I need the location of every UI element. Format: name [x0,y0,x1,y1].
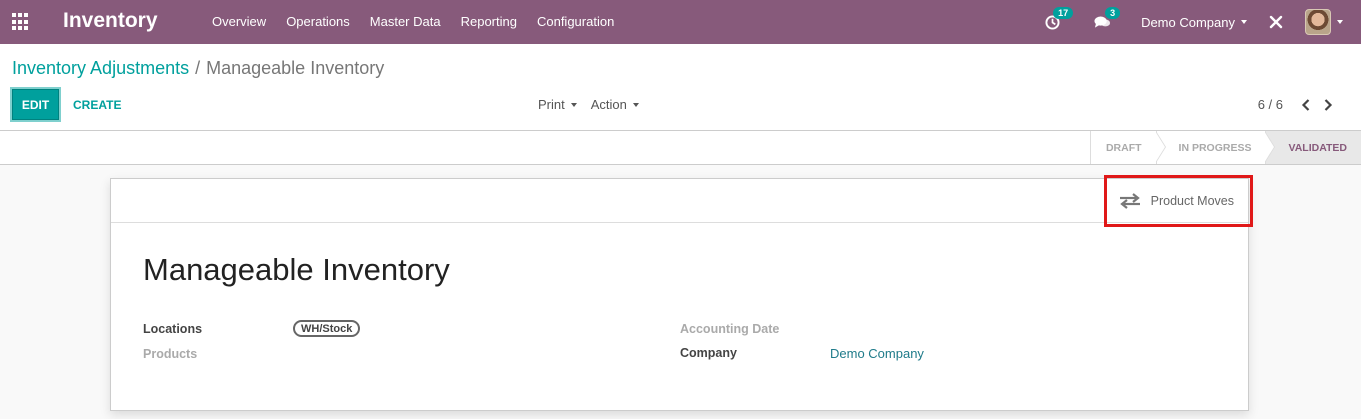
stage-in-progress-label: IN PROGRESS [1178,141,1252,154]
chevron-right-icon [1324,98,1333,111]
top-navbar: Inventory Overview Operations Master Dat… [0,0,1361,44]
menu-item-reporting[interactable]: Reporting [451,0,527,44]
apps-menu-icon[interactable] [12,13,30,31]
action-label: Action [590,97,627,112]
page-title: Manageable Inventory [143,252,450,287]
menu-item-overview[interactable]: Overview [202,0,276,44]
messaging-menu[interactable]: 3 [1094,7,1121,29]
breadcrumb-current: Manageable Inventory [206,58,385,78]
edit-button[interactable]: EDIT [12,89,59,120]
pager: 6 / 6 [1258,89,1339,120]
caret-down-icon [570,102,577,107]
accounting-date-label: Accounting Date [680,322,780,336]
print-label: Print [538,97,565,112]
menu-item-operations[interactable]: Operations [276,0,360,44]
control-panel: Inventory Adjustments / Manageable Inven… [0,44,1361,131]
stage-validated-label: VALIDATED [1288,141,1347,154]
company-switcher[interactable]: Demo Company [1141,15,1247,30]
location-tag[interactable]: WH/Stock [293,320,361,337]
company-name: Demo Company [1141,14,1235,30]
tools-icon [1269,15,1283,29]
caret-down-icon [1337,20,1343,24]
breadcrumb: Inventory Adjustments / Manageable Inven… [12,58,384,79]
products-label: Products [143,347,198,361]
main-menu: Overview Operations Master Data Reportin… [202,0,624,44]
stage-in-progress[interactable]: IN PROGRESS [1155,130,1276,164]
stage-arrow [1264,130,1276,163]
app-title[interactable]: Inventory [63,9,158,33]
action-dropdowns: Print Action [538,89,653,120]
caret-down-icon [1241,20,1247,24]
activity-menu[interactable]: 17 [1045,6,1074,30]
breadcrumb-parent[interactable]: Inventory Adjustments [12,58,189,79]
chevron-left-icon [1301,98,1310,111]
caret-down-icon [632,102,639,107]
menu-item-configuration[interactable]: Configuration [527,0,624,44]
form-statusbar: DRAFT IN PROGRESS VALIDATED [0,130,1361,165]
activity-badge: 17 [1053,6,1074,19]
stage-validated[interactable]: VALIDATED [1265,131,1361,164]
print-dropdown[interactable]: Print [538,97,577,112]
avatar [1305,9,1331,35]
stage-draft[interactable]: DRAFT [1089,130,1166,164]
breadcrumb-separator: / [195,58,201,78]
product-moves-button[interactable]: Product Moves [1109,179,1248,223]
pager-value[interactable]: 6 / 6 [1258,97,1283,112]
arrows-exchange-icon [1119,193,1140,209]
systray: 17 3 Demo Company [1045,0,1361,44]
pager-next-button[interactable] [1317,94,1339,116]
form-sheet: Product Moves Manageable Inventory Locat… [110,175,1253,411]
pager-previous-button[interactable] [1295,94,1317,116]
user-menu[interactable] [1305,9,1343,35]
company-field[interactable]: Demo Company [830,346,924,361]
company-label: Company [680,346,737,360]
stage-arrow [1154,130,1166,163]
create-button[interactable]: CREATE [73,89,121,120]
product-moves-label: Product Moves [1150,194,1234,208]
debug-menu[interactable] [1269,15,1283,29]
stage-draft-label: DRAFT [1105,141,1142,154]
action-dropdown[interactable]: Action [591,97,639,112]
menu-item-master-data[interactable]: Master Data [360,0,451,44]
status-stages: DRAFT IN PROGRESS VALIDATED [1089,130,1361,164]
smart-button-box: Product Moves [111,179,1248,223]
locations-label: Locations [143,322,203,336]
messages-badge: 3 [1105,7,1121,19]
